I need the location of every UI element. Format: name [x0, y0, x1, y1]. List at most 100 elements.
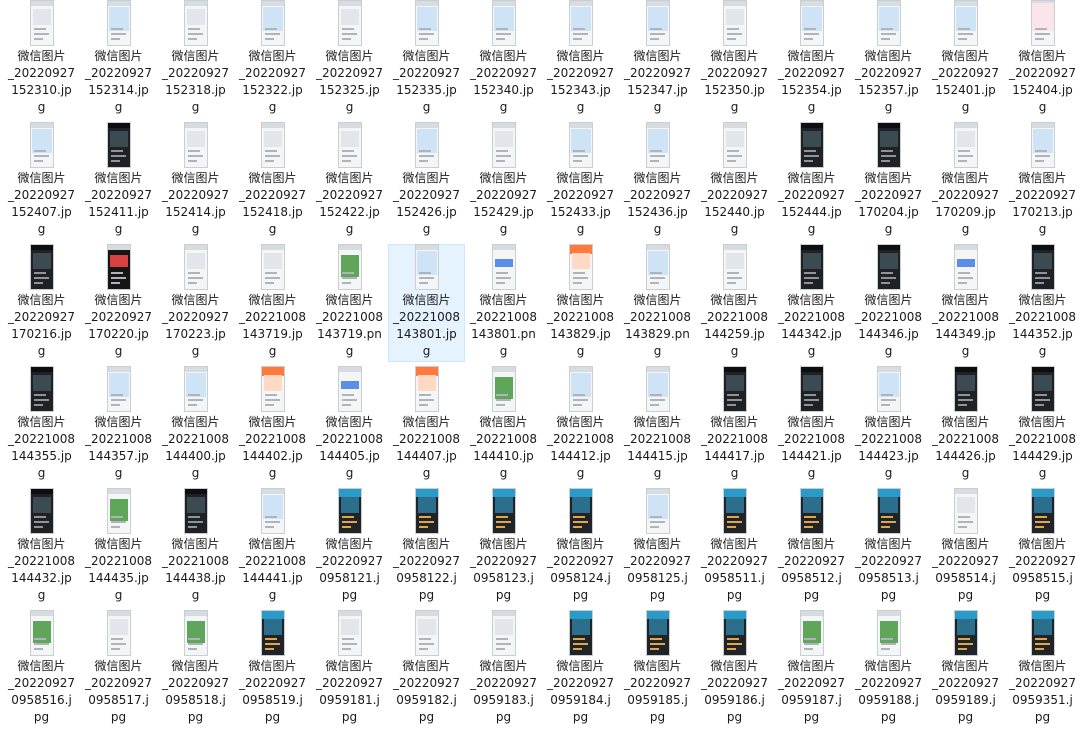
file-name-line: 微信图片: [710, 659, 759, 673]
file-thumbnail: [261, 123, 284, 167]
file-item[interactable]: 微信图片 _20221008 144357.jp g: [80, 366, 157, 484]
file-item[interactable]: 微信图片 _20220927 0959181.j pg: [311, 610, 388, 728]
file-item[interactable]: 微信图片 _20220927 152350.jp g: [696, 0, 773, 118]
file-item[interactable]: 微信图片 _20221008 144407.jp g: [388, 366, 465, 484]
file-name-line: 144438.jp: [165, 571, 226, 585]
file-item[interactable]: 微信图片 _20220927 152440.jp g: [696, 122, 773, 240]
file-name-line: 144441.jp: [242, 571, 303, 585]
file-item[interactable]: 微信图片 _20220927 152436.jp g: [619, 122, 696, 240]
file-item[interactable]: 微信图片 _20220927 0958515.j pg: [1004, 488, 1081, 606]
file-item[interactable]: 微信图片 _20220927 152335.jp g: [388, 0, 465, 118]
file-item[interactable]: 微信图片 _20220927 152433.jp g: [542, 122, 619, 240]
file-item[interactable]: 微信图片 _20220927 0959188.j pg: [850, 610, 927, 728]
file-name-line: g: [268, 222, 277, 236]
file-item[interactable]: 微信图片 _20220927 152354.jp g: [773, 0, 850, 118]
file-item[interactable]: 微信图片 _20220927 152401.jp g: [927, 0, 1004, 118]
file-item[interactable]: 微信图片 _20221008 144421.jp g: [773, 366, 850, 484]
file-item[interactable]: 微信图片 _20221008 144423.jp g: [850, 366, 927, 484]
file-item[interactable]: 微信图片 _20220927 0958516.j pg: [3, 610, 80, 728]
file-item[interactable]: 微信图片 _20221008 143829.pn g: [619, 244, 696, 362]
file-item[interactable]: 微信图片 _20220927 170216.jp g: [3, 244, 80, 362]
file-item[interactable]: 微信图片 _20221008 144400.jp g: [157, 366, 234, 484]
file-item[interactable]: 微信图片 _20220927 152314.jp g: [80, 0, 157, 118]
file-thumbnail: [338, 1, 361, 45]
file-item[interactable]: 微信图片 _20220927 152407.jp g: [3, 122, 80, 240]
file-name-line: _20220927: [392, 554, 461, 568]
file-item[interactable]: 微信图片 _20220927 0959186.j pg: [696, 610, 773, 728]
file-item[interactable]: 微信图片 _20220927 0958517.j pg: [80, 610, 157, 728]
file-item[interactable]: 微信图片 _20220927 170223.jp g: [157, 244, 234, 362]
file-item[interactable]: 微信图片 _20220927 152444.jp g: [773, 122, 850, 240]
file-item[interactable]: 微信图片 _20220927 152325.jp g: [311, 0, 388, 118]
file-item[interactable]: 微信图片 _20220927 0959187.j pg: [773, 610, 850, 728]
file-item[interactable]: 微信图片 _20221008 144259.jp g: [696, 244, 773, 362]
file-item[interactable]: 微信图片 _20221008 143719.jp g: [234, 244, 311, 362]
file-item[interactable]: 微信图片 _20220927 0959351.j pg: [1004, 610, 1081, 728]
file-name-line: g: [1038, 222, 1047, 236]
file-item[interactable]: 微信图片 _20220927 0959182.j pg: [388, 610, 465, 728]
file-name-line: 152401.jp: [935, 83, 996, 97]
file-item[interactable]: 微信图片 _20220927 0959185.j pg: [619, 610, 696, 728]
file-item[interactable]: 微信图片 _20220927 0958512.j pg: [773, 488, 850, 606]
file-name-line: pg: [957, 588, 974, 602]
file-item[interactable]: 微信图片 _20221008 144432.jp g: [3, 488, 80, 606]
file-item[interactable]: 微信图片 _20220927 170209.jp g: [927, 122, 1004, 240]
file-item[interactable]: 微信图片 _20220927 152322.jp g: [234, 0, 311, 118]
file-item[interactable]: 微信图片 _20221008 144438.jp g: [157, 488, 234, 606]
file-item[interactable]: 微信图片 _20220927 0958519.j pg: [234, 610, 311, 728]
file-item[interactable]: 微信图片 _20221008 144429.jp g: [1004, 366, 1081, 484]
file-item[interactable]: 微信图片 _20220927 170220.jp g: [80, 244, 157, 362]
file-item[interactable]: 微信图片 _20220927 170213.jp g: [1004, 122, 1081, 240]
file-item[interactable]: 微信图片 _20220927 0958124.j pg: [542, 488, 619, 606]
file-item[interactable]: 微信图片 _20221008 144441.jp g: [234, 488, 311, 606]
file-item[interactable]: 微信图片 _20220927 0958123.j pg: [465, 488, 542, 606]
file-item[interactable]: 微信图片 _20221008 144402.jp g: [234, 366, 311, 484]
file-name: 微信图片 _20221008 143719.pn g: [312, 292, 387, 360]
file-item[interactable]: 微信图片 _20221008 144415.jp g: [619, 366, 696, 484]
file-item[interactable]: 微信图片 _20221008 144410.jp g: [465, 366, 542, 484]
file-item[interactable]: 微信图片 _20221008 144342.jp g: [773, 244, 850, 362]
file-item[interactable]: 微信图片 _20220927 0958513.j pg: [850, 488, 927, 606]
file-item[interactable]: 微信图片 _20220927 0958514.j pg: [927, 488, 1004, 606]
file-item[interactable]: 微信图片 _20220927 152343.jp g: [542, 0, 619, 118]
file-item[interactable]: 微信图片 _20220927 0958511.j pg: [696, 488, 773, 606]
file-item[interactable]: 微信图片 _20221008 144349.jp g: [927, 244, 1004, 362]
file-item[interactable]: 微信图片 _20220927 152429.jp g: [465, 122, 542, 240]
file-item[interactable]: 微信图片 _20220927 170204.jp g: [850, 122, 927, 240]
file-item[interactable]: 微信图片 _20221008 143801.jp g: [388, 244, 465, 362]
file-item[interactable]: 微信图片 _20221008 144405.jp g: [311, 366, 388, 484]
file-item[interactable]: 微信图片 _20220927 0959184.j pg: [542, 610, 619, 728]
file-name-line: g: [730, 466, 739, 480]
file-name-line: 152444.jp: [781, 205, 842, 219]
file-item[interactable]: 微信图片 _20220927 152426.jp g: [388, 122, 465, 240]
file-item[interactable]: 微信图片 _20220927 152310.jp g: [3, 0, 80, 118]
file-name: 微信图片 _20220927 152422.jp g: [312, 170, 387, 238]
file-item[interactable]: 微信图片 _20220927 0958121.j pg: [311, 488, 388, 606]
file-item[interactable]: 微信图片 _20221008 144417.jp g: [696, 366, 773, 484]
file-item[interactable]: 微信图片 _20220927 152347.jp g: [619, 0, 696, 118]
file-item[interactable]: 微信图片 _20220927 152422.jp g: [311, 122, 388, 240]
file-item[interactable]: 微信图片 _20220927 0958518.j pg: [157, 610, 234, 728]
file-item[interactable]: 微信图片 _20221008 144346.jp g: [850, 244, 927, 362]
file-item[interactable]: 微信图片 _20220927 152418.jp g: [234, 122, 311, 240]
file-item[interactable]: 微信图片 _20220927 0959189.j pg: [927, 610, 1004, 728]
file-item[interactable]: 微信图片 _20220927 152411.jp g: [80, 122, 157, 240]
file-item[interactable]: 微信图片 _20220927 152357.jp g: [850, 0, 927, 118]
file-item[interactable]: 微信图片 _20221008 143719.pn g: [311, 244, 388, 362]
file-item[interactable]: 微信图片 _20220927 0958125.j pg: [619, 488, 696, 606]
file-item[interactable]: 微信图片 _20221008 144412.jp g: [542, 366, 619, 484]
file-thumbnail: [1031, 123, 1054, 167]
file-item[interactable]: 微信图片 _20220927 152318.jp g: [157, 0, 234, 118]
file-item[interactable]: 微信图片 _20220927 152414.jp g: [157, 122, 234, 240]
file-name: 微信图片 _20220927 152404.jp g: [1005, 48, 1080, 116]
file-item[interactable]: 微信图片 _20221008 144352.jp g: [1004, 244, 1081, 362]
file-item[interactable]: 微信图片 _20220927 0959183.j pg: [465, 610, 542, 728]
file-item[interactable]: 微信图片 _20221008 144355.jp g: [3, 366, 80, 484]
file-item[interactable]: 微信图片 _20221008 143829.jp g: [542, 244, 619, 362]
file-item[interactable]: 微信图片 _20221008 144426.jp g: [927, 366, 1004, 484]
file-item[interactable]: 微信图片 _20220927 0958122.j pg: [388, 488, 465, 606]
file-item[interactable]: 微信图片 _20220927 152340.jp g: [465, 0, 542, 118]
file-item[interactable]: 微信图片 _20221008 143801.pn g: [465, 244, 542, 362]
file-item[interactable]: 微信图片 _20221008 144435.jp g: [80, 488, 157, 606]
file-item[interactable]: 微信图片 _20220927 152404.jp g: [1004, 0, 1081, 118]
